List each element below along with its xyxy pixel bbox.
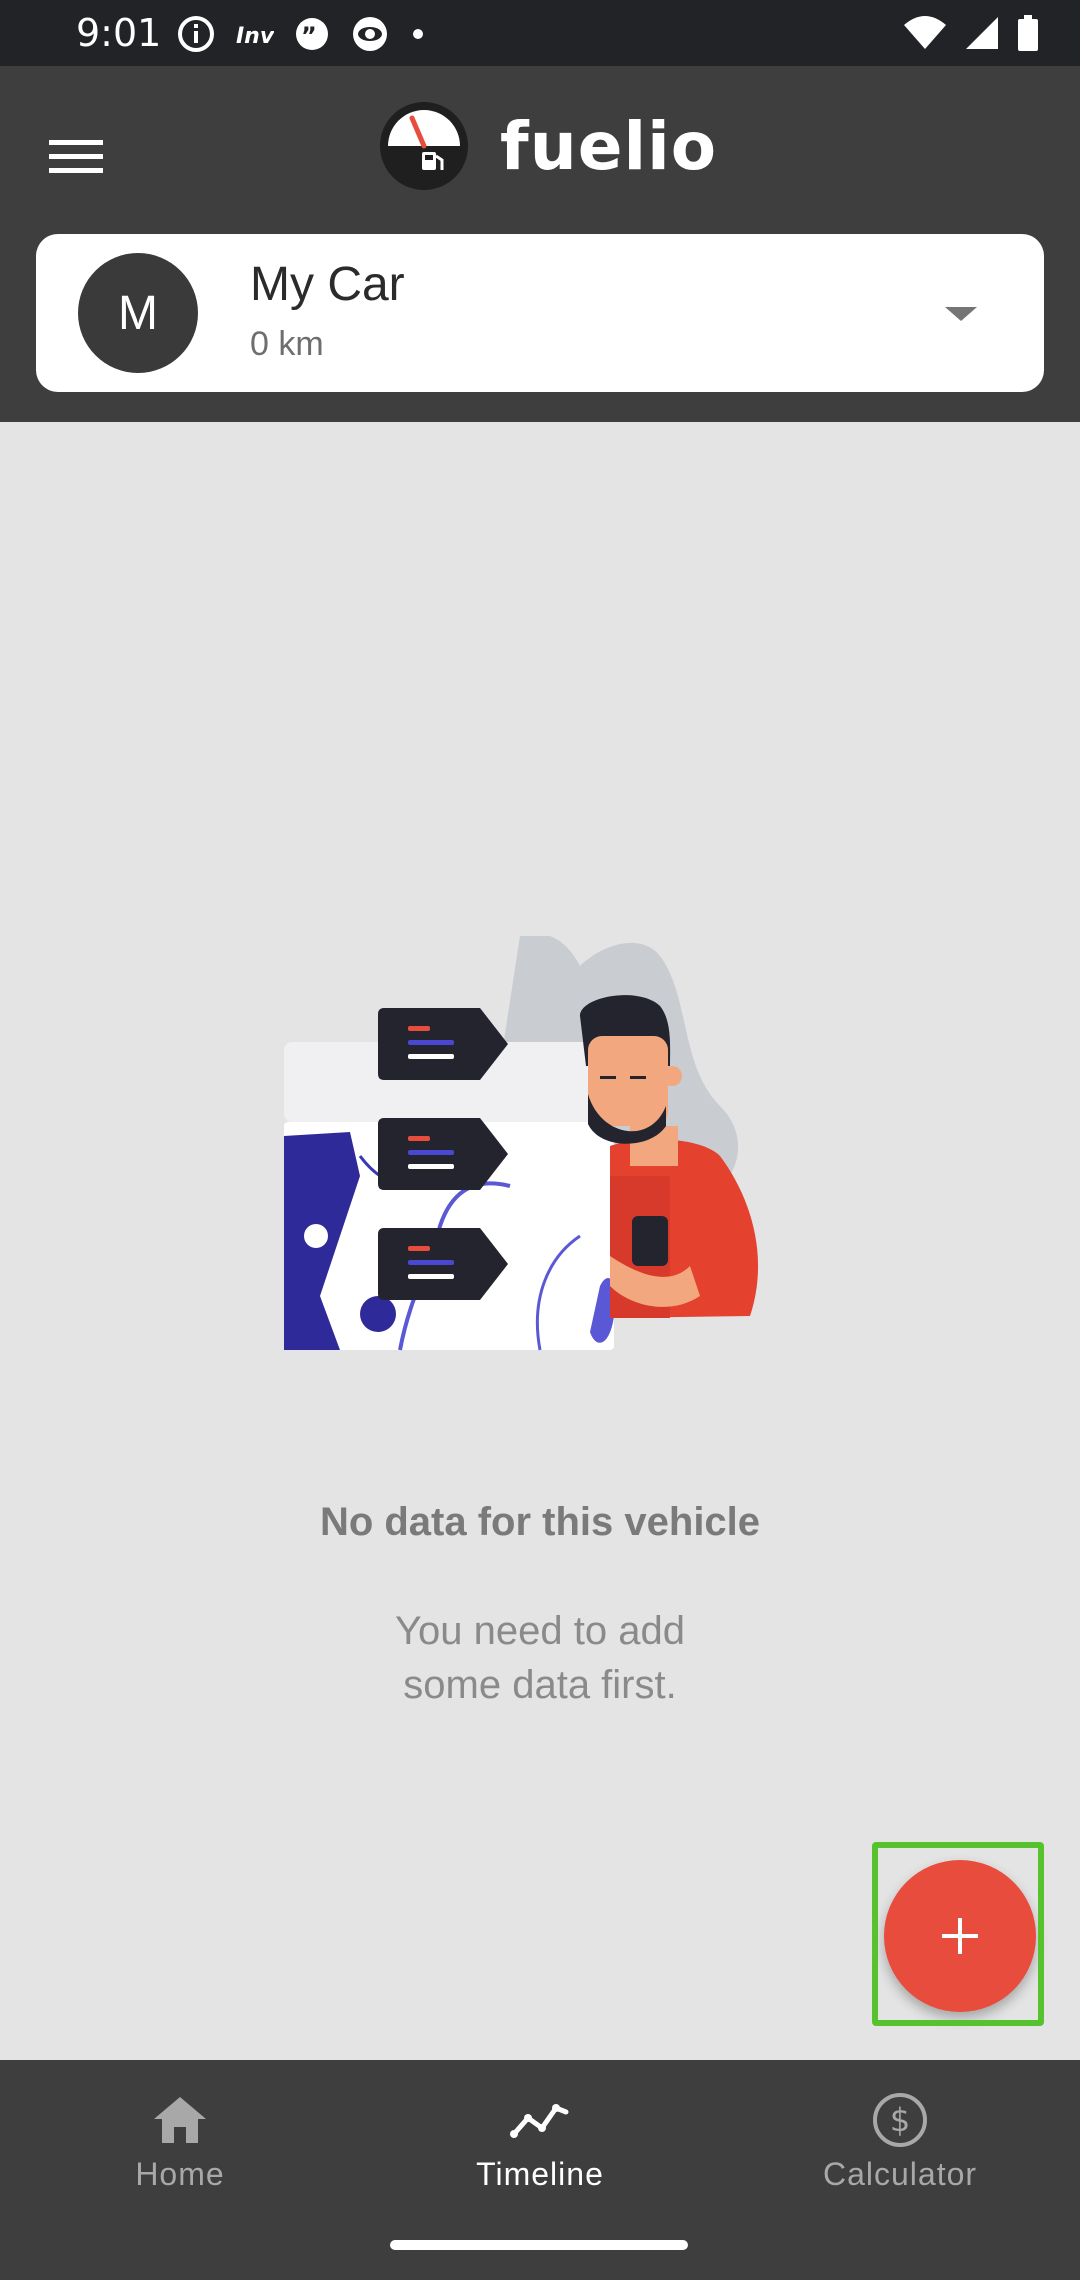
info-icon (178, 16, 214, 52)
app-screen: 9:01 Inv ” fuelio M My Car 0 km No data … (0, 0, 1080, 2280)
nav-item-home[interactable]: Home (0, 2060, 360, 2240)
status-bar: 9:01 Inv ” (0, 0, 1080, 66)
timeline-icon (510, 2104, 569, 2138)
bottom-navigation: Home Timeline $ Calculator (0, 2060, 1080, 2280)
signal-icon (966, 17, 998, 49)
empty-state-subtitle-line1: You need to add (395, 1609, 685, 1653)
nav-item-timeline[interactable]: Timeline (360, 2060, 720, 2240)
add-entry-fab[interactable] (884, 1860, 1036, 2012)
vehicle-name: My Car (250, 258, 405, 311)
vehicle-dropdown-button[interactable] (926, 278, 996, 348)
empty-state-title: No data for this vehicle (319, 1500, 761, 1544)
svg-text:$: $ (890, 2101, 910, 2139)
nav-label-calculator: Calculator (822, 2156, 978, 2192)
empty-state-subtitle: You need to add some data first. (340, 1604, 740, 1712)
plus-icon (942, 1918, 978, 1954)
nav-label-timeline: Timeline (476, 2156, 604, 2192)
vehicle-odometer: 0 km (250, 325, 324, 363)
nav-label-home: Home (135, 2156, 225, 2192)
menu-button[interactable] (36, 116, 116, 196)
dropdown-arrow-icon (945, 307, 977, 321)
quote-icon: ” (296, 18, 328, 50)
empty-state-subtitle-line2: some data first. (403, 1663, 677, 1707)
fuel-gauge-logo-icon (380, 102, 468, 190)
app-logo: fuelio (378, 98, 717, 194)
wifi-icon (904, 16, 946, 49)
home-icon (154, 2097, 206, 2143)
inv-icon: Inv (236, 24, 274, 49)
svg-text:Inv: Inv (236, 24, 274, 49)
status-icons-right (902, 10, 1040, 56)
nav-item-calculator[interactable]: $ Calculator (720, 2060, 1080, 2240)
svg-text:”: ” (301, 22, 317, 50)
gesture-bar[interactable] (390, 2240, 688, 2250)
eye-icon (353, 17, 387, 51)
vehicle-avatar-letter: M (118, 286, 158, 340)
hamburger-menu-icon (49, 140, 103, 173)
dollar-circle-icon: $ (873, 2093, 927, 2147)
battery-icon (1018, 15, 1038, 51)
vehicle-selector[interactable]: M My Car 0 km (36, 234, 1044, 392)
logo-text: fuelio (500, 107, 718, 185)
status-time: 9:01 (76, 11, 162, 55)
vehicle-avatar: M (78, 253, 198, 373)
empty-state-illustration (284, 936, 759, 1351)
status-icons-left: Inv ” (176, 12, 428, 56)
dot-icon (413, 29, 423, 39)
